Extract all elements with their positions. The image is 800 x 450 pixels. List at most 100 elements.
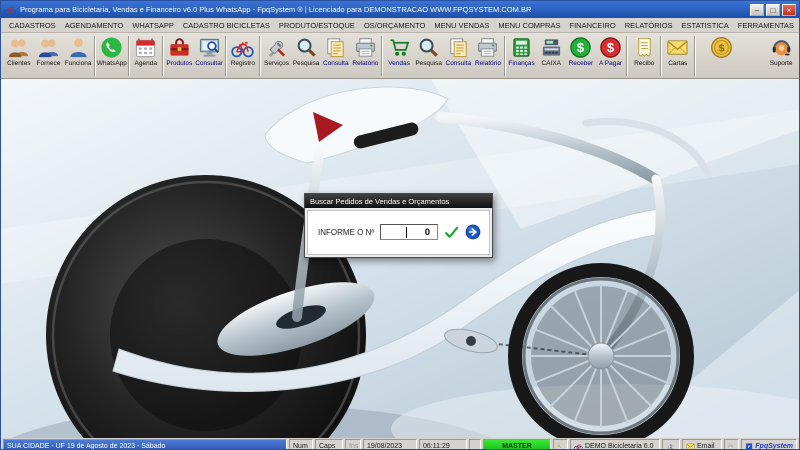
menu-ferramentas[interactable]: FERRAMENTAS bbox=[734, 20, 798, 31]
toolbar-separator bbox=[127, 35, 130, 76]
toolbar-funciona-button[interactable]: Funciona bbox=[63, 34, 93, 77]
toolbar-pesquisa-button[interactable]: Pesquisa bbox=[291, 34, 321, 77]
servi-os-icon bbox=[268, 40, 286, 58]
toolbar-label: Suporte bbox=[769, 60, 793, 67]
statusbar-email-status[interactable]: Email bbox=[682, 439, 722, 449]
bicycle-background-image bbox=[1, 79, 799, 438]
toolbar-coin-button[interactable]: $ bbox=[707, 34, 737, 77]
relat-rio-icon bbox=[478, 38, 498, 57]
dialog-title-bar[interactable]: Buscar Pedidos de Vendas e Orçamentos bbox=[305, 194, 492, 208]
toolbar-separator bbox=[93, 35, 96, 76]
menu-estatistica[interactable]: ESTATISTICA bbox=[678, 20, 733, 31]
toolbar-separator bbox=[693, 35, 696, 76]
toolbar-pesquisa-button[interactable]: Pesquisa bbox=[414, 34, 444, 77]
clientes-icon bbox=[9, 39, 29, 58]
toolbar-consulta-button[interactable]: Consulta bbox=[321, 34, 351, 77]
statusbar-status-date-text: 19/08/2023 bbox=[367, 443, 403, 450]
agenda-icon bbox=[136, 38, 156, 58]
toolbar-separator bbox=[660, 35, 662, 76]
menu-menu-vendas[interactable]: MENU VENDAS bbox=[430, 20, 493, 31]
whatsapp-icon bbox=[101, 37, 122, 58]
statusbar-brand-label[interactable]: F FpqSystem bbox=[741, 439, 797, 450]
toolbar-agenda-button[interactable]: Agenda bbox=[131, 34, 161, 77]
toolbar-label: Agenda bbox=[134, 60, 157, 67]
statusbar-user-level: MASTER bbox=[483, 439, 551, 449]
toolbar-produtos-button[interactable]: Produtos bbox=[165, 34, 195, 77]
svg-text:$: $ bbox=[577, 40, 584, 55]
fornece-icon bbox=[38, 39, 59, 58]
menu-relat-rios[interactable]: RELATÓRIOS bbox=[621, 20, 677, 31]
title-bar[interactable]: Programa para Bicicletaria, Vendas e Fin… bbox=[1, 1, 799, 18]
toolbar-label: Consultar bbox=[195, 60, 224, 67]
go-arrow-icon bbox=[465, 224, 481, 240]
pesquisa-icon bbox=[419, 38, 438, 57]
toolbar-label: Cartas bbox=[668, 60, 688, 67]
toolbar-separator bbox=[161, 35, 164, 76]
toolbar-recibo-button[interactable]: Recibo bbox=[629, 34, 659, 77]
toolbar-vendas-button[interactable]: Vendas bbox=[384, 34, 414, 77]
toolbar-clientes-button[interactable]: Clientes bbox=[4, 34, 34, 77]
toolbar-consultar-button[interactable]: Consultar bbox=[194, 34, 224, 77]
confirm-check-icon bbox=[445, 226, 459, 238]
statusbar-license-info: DEMO Bicicletaria 6.0 bbox=[570, 439, 660, 450]
toolbar-label: Produtos bbox=[166, 60, 193, 67]
toolbar-finan-as-button[interactable]: Finanças bbox=[507, 34, 537, 77]
toolbar-separator bbox=[503, 35, 506, 76]
menu-produto-estoque[interactable]: PRODUTO/ESTOQUE bbox=[275, 20, 359, 31]
toolbar-relat-rio-button[interactable]: Relatório bbox=[351, 34, 381, 77]
close-button[interactable]: × bbox=[782, 3, 796, 16]
confirm-check-icon[interactable] bbox=[444, 225, 459, 240]
receber-icon: $ bbox=[570, 37, 592, 58]
toolbar-whatsapp-button[interactable]: WhatsApp bbox=[97, 34, 127, 77]
order-number-input[interactable]: 0 bbox=[380, 224, 438, 240]
status-bar: SUA CIDADE - UF 19 de Agosto de 2023 - S… bbox=[1, 438, 799, 450]
statusbar-caps-lock: Caps bbox=[315, 439, 343, 449]
brand-label-icon: F bbox=[746, 443, 753, 449]
minimize-button[interactable]: – bbox=[750, 3, 764, 16]
statusbar-num-lock: Num bbox=[289, 439, 313, 449]
toolbar-caixa-button[interactable]: CAIXA bbox=[536, 34, 566, 77]
recibo-icon bbox=[637, 38, 651, 57]
toolbar-consulta-button[interactable]: Consulta bbox=[444, 34, 474, 77]
toolbar: Clientes Fornece Funciona WhatsApp Agenda Pro… bbox=[1, 33, 799, 79]
toolbar-servi-os-button[interactable]: Serviços bbox=[262, 34, 292, 77]
tools-indicator-icon bbox=[667, 444, 673, 449]
app-window: Programa para Bicicletaria, Vendas e Fin… bbox=[0, 0, 800, 450]
menu-cadastros[interactable]: CADASTROS bbox=[5, 20, 60, 31]
toolbar-cartas-button[interactable]: Cartas bbox=[663, 34, 693, 77]
toolbar-label: A Pagar bbox=[598, 60, 623, 67]
menu-financeiro[interactable]: FINANCEIRO bbox=[565, 20, 619, 31]
order-number-label: INFORME O Nº bbox=[318, 227, 375, 237]
order-number-value: 0 bbox=[424, 226, 430, 238]
consulta-icon bbox=[327, 38, 344, 58]
toolbar-label: WhatsApp bbox=[96, 60, 127, 67]
toolbar-a-pagar-button[interactable]: $ A Pagar bbox=[596, 34, 626, 77]
statusbar-license-info-text: DEMO Bicicletaria 6.0 bbox=[585, 443, 654, 450]
toolbar-suporte-button[interactable]: Suporte bbox=[766, 34, 796, 77]
menu-cadastro-bicicletas[interactable]: CADASTRO BICICLETAS bbox=[179, 20, 274, 31]
consultar-icon bbox=[199, 38, 219, 57]
toolbar-fornece-button[interactable]: Fornece bbox=[34, 34, 64, 77]
toolbar-label: Relatório bbox=[474, 60, 501, 67]
main-area: Buscar Pedidos de Vendas e Orçamentos IN… bbox=[1, 79, 799, 438]
toolbar-relat-rio-button[interactable]: Relatório bbox=[473, 34, 503, 77]
menu-os-or-amento[interactable]: OS/ORÇAMENTO bbox=[360, 20, 430, 31]
toolbar-label: Pesquisa bbox=[415, 60, 443, 67]
toolbar-label: Consulta bbox=[322, 60, 349, 67]
toolbar-separator bbox=[626, 35, 629, 76]
maximize-button[interactable]: □ bbox=[766, 3, 780, 16]
coin-icon: $ bbox=[711, 37, 732, 58]
statusbar-brand-label-text: FpqSystem bbox=[755, 443, 793, 450]
statusbar-status-time-text: 06:11:29 bbox=[423, 443, 450, 450]
window-controls: – □ × bbox=[750, 3, 796, 16]
menu-whatsapp[interactable]: WHATSAPP bbox=[128, 20, 178, 31]
statusbar-key-indicator bbox=[553, 439, 568, 449]
menu-menu-compras[interactable]: MENU COMPRAS bbox=[494, 20, 564, 31]
statusbar-location-date-text: SUA CIDADE - UF 19 de Agosto de 2023 - S… bbox=[7, 443, 166, 450]
menu-agendamento[interactable]: AGENDAMENTO bbox=[61, 20, 128, 31]
statusbar-printer-indicator bbox=[724, 439, 739, 449]
toolbar-registro-button[interactable]: Registro bbox=[228, 34, 258, 77]
toolbar-receber-button[interactable]: $ Receber bbox=[566, 34, 596, 77]
go-button[interactable] bbox=[465, 224, 481, 240]
printer-indicator-icon bbox=[728, 444, 733, 449]
